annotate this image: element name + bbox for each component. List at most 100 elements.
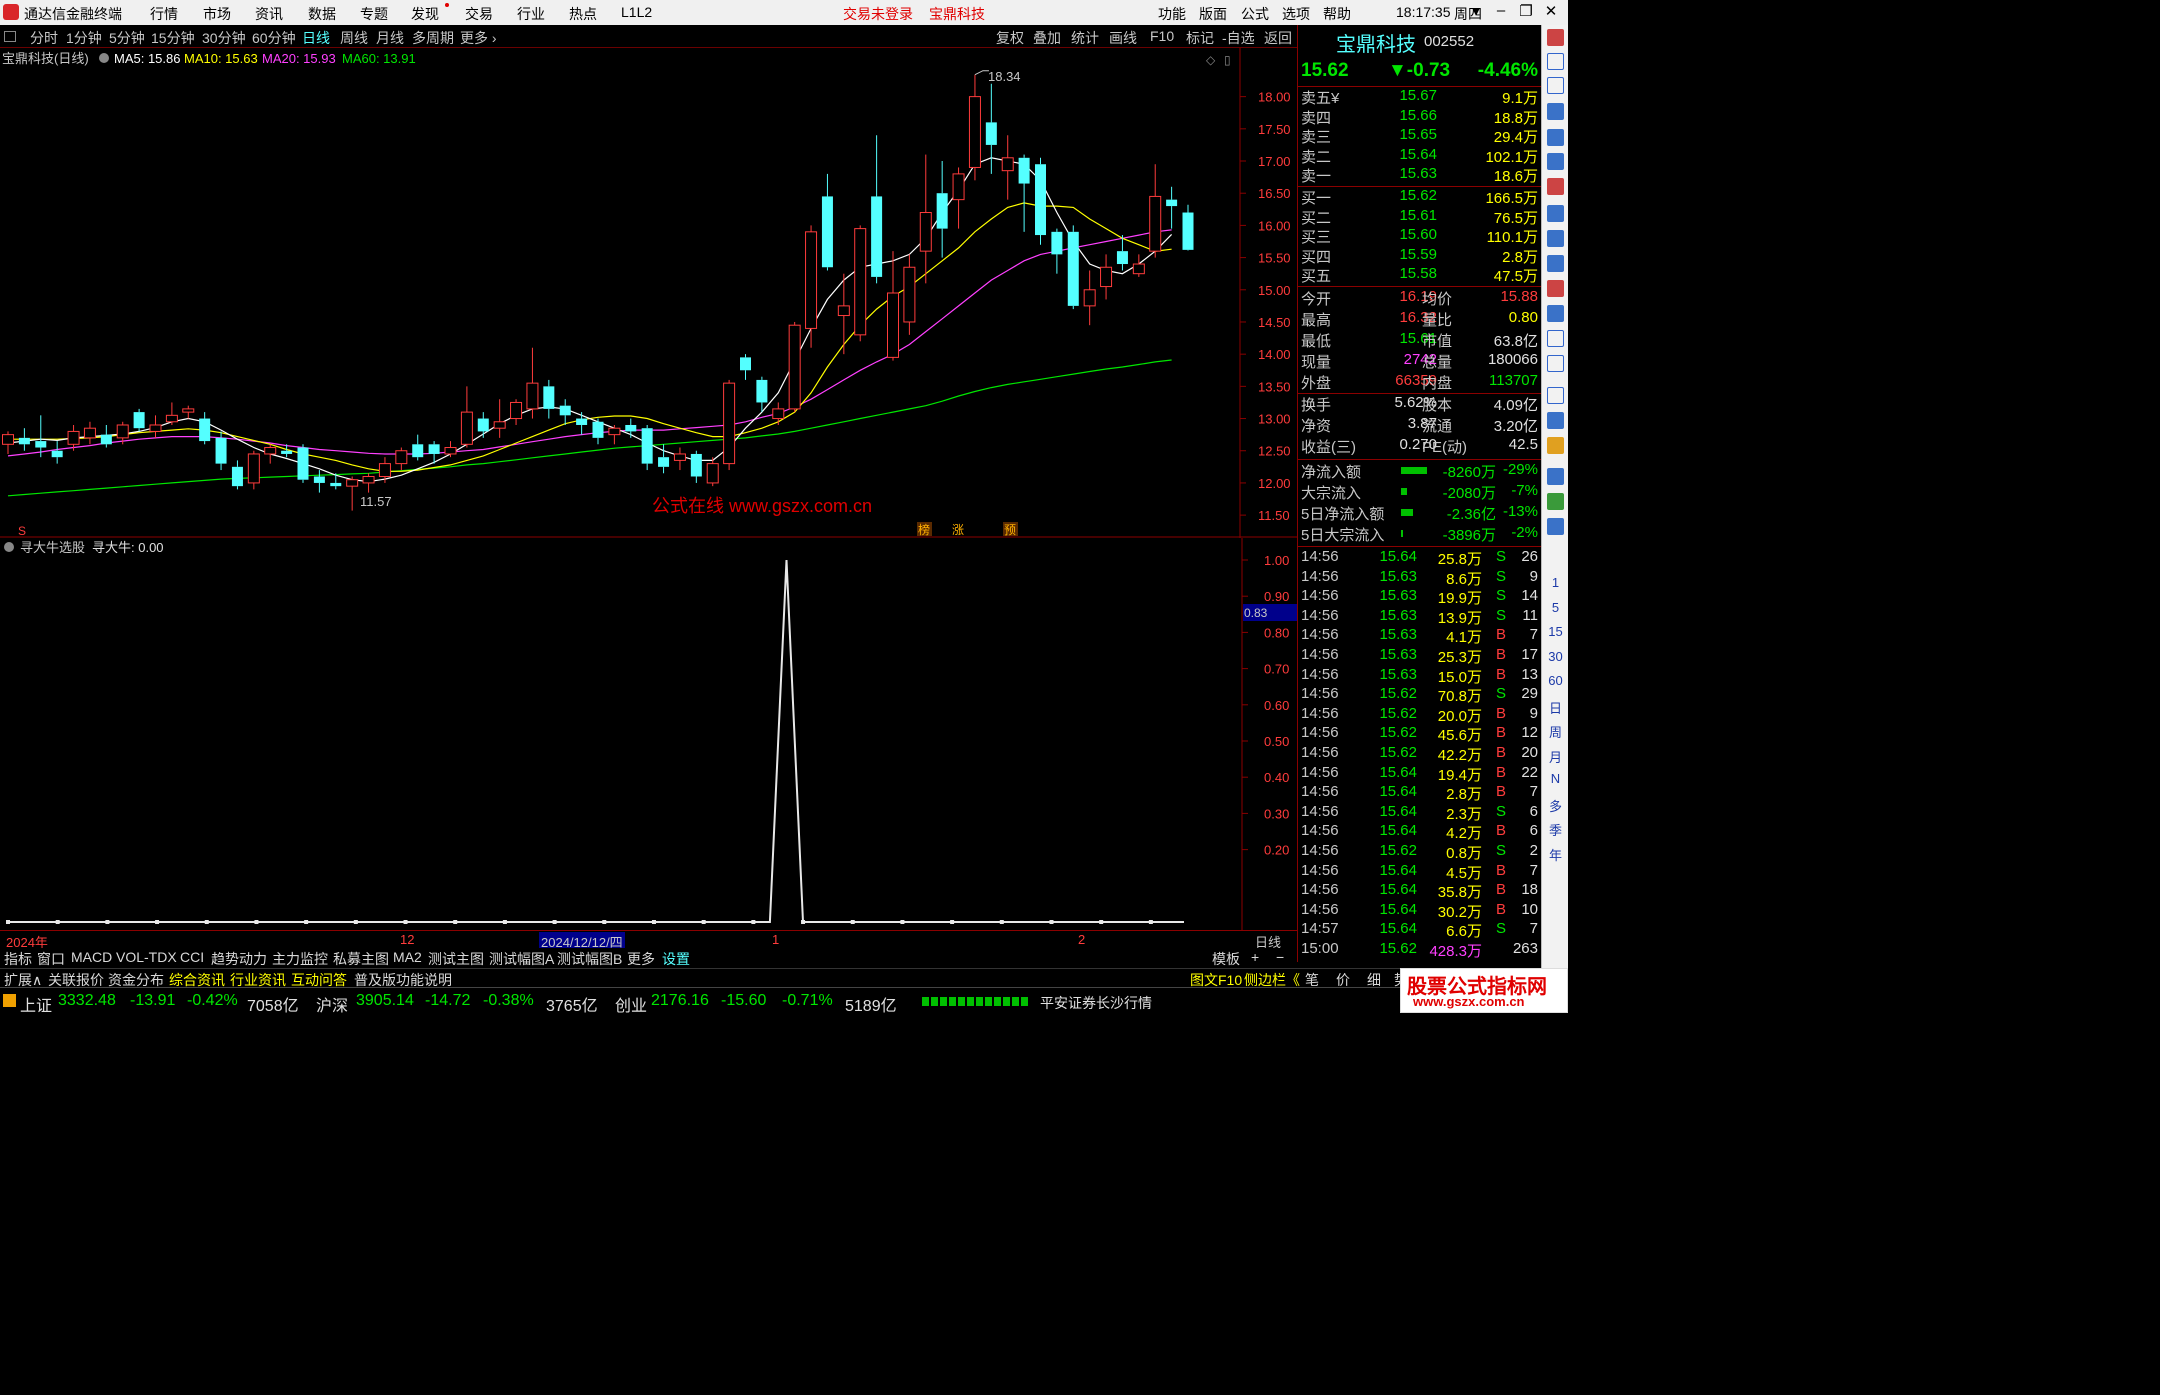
candle[interactable] [83,421,96,445]
tab-more[interactable]: 更多 [627,949,655,969]
candle[interactable] [395,447,408,471]
period-tick[interactable]: 分时 [30,28,58,48]
period-weekly[interactable]: 周线 [340,28,368,48]
tab-test-main[interactable]: 测试主图 [428,949,484,969]
tab-test-sub-a[interactable]: 测试幅图A [489,949,554,969]
candle[interactable] [1182,204,1194,251]
f2-icon[interactable] [1547,305,1564,322]
candle[interactable] [165,402,178,425]
menu-icon[interactable] [1547,518,1564,535]
flag-forecast-icon[interactable]: 预 [1004,523,1016,537]
candle[interactable] [854,225,867,342]
period-60min[interactable]: 60分钟 [252,28,296,48]
period-shortcut[interactable]: 30 [1542,649,1569,664]
tool-overlay[interactable]: 叠加 [1033,28,1061,48]
menu-options[interactable]: 选项 [1282,4,1310,24]
candle[interactable] [625,418,637,438]
candle[interactable] [821,173,833,271]
tab-ma2[interactable]: MA2 [393,949,422,965]
candle[interactable] [1100,254,1113,300]
period-shortcut[interactable]: 1 [1542,575,1569,590]
candle[interactable] [690,450,702,483]
candle[interactable] [772,402,785,425]
period-shortcut[interactable]: 15 [1542,624,1569,639]
add-window-button[interactable]: + [1251,949,1259,965]
index-name-hs[interactable]: 沪深 [316,992,348,1016]
tool-draw[interactable]: 画线 [1109,28,1137,48]
period-1min[interactable]: 1分钟 [66,28,102,48]
menu-trade[interactable]: 交易 [465,4,493,24]
tab-cci[interactable]: CCI [180,949,204,965]
tool-adjust[interactable]: 复权 [996,28,1024,48]
menu-quotes[interactable]: 行情 [150,4,178,24]
candle[interactable] [968,74,981,181]
table-icon[interactable] [1547,129,1564,146]
period-shortcut[interactable]: 日 [1542,698,1569,717]
chevron-left-icon[interactable] [1547,29,1564,46]
period-5min[interactable]: 5分钟 [109,28,145,48]
tool-back[interactable]: 返回 [1264,28,1292,48]
candle[interactable] [18,428,30,451]
panel-icon[interactable]: ▯ [1224,53,1231,67]
candle[interactable] [788,321,801,413]
candle[interactable] [51,441,63,464]
s-flag-icon[interactable]: S [18,524,26,538]
period-shortcut[interactable]: 多 [1542,796,1569,815]
candle[interactable] [1132,254,1145,277]
candle[interactable] [837,273,850,355]
menu-news[interactable]: 资讯 [255,4,283,24]
tool-mark[interactable]: 标记 [1186,28,1214,48]
period-shortcut[interactable]: 月 [1542,747,1569,766]
tool-remove-watchlist[interactable]: -自选 [1222,28,1255,48]
candle[interactable] [231,460,243,490]
pen-icon[interactable] [1547,437,1564,454]
menu-data[interactable]: 数据 [308,4,336,24]
candle[interactable] [1018,154,1030,232]
tool-f10[interactable]: F10 [1150,28,1174,44]
tool-stats[interactable]: 统计 [1071,28,1099,48]
period-multi[interactable]: 多周期 [412,28,454,48]
candle[interactable] [526,347,539,419]
candle[interactable] [313,470,325,493]
market-icon[interactable] [3,994,16,1007]
candle[interactable] [477,412,489,438]
candle[interactable] [903,254,916,335]
kline-icon[interactable] [1547,178,1564,195]
candle[interactable] [378,457,391,483]
menu-discover[interactable]: 发现 [411,3,449,24]
period-daily[interactable]: 日线 [302,28,330,48]
candle[interactable] [871,135,883,284]
candle[interactable] [1051,228,1063,274]
list-icon[interactable] [1547,205,1564,222]
candle[interactable] [543,379,555,419]
tab-trend-power[interactable]: 趋势动力 [211,949,267,969]
candle[interactable] [608,424,621,445]
candle[interactable] [510,399,523,425]
menu-industry[interactable]: 行业 [517,4,545,24]
indicator-chart[interactable]: 1.00 0.90 0.80 0.70 0.60 0.50 0.40 0.30 0.20 寻大牛… [0,538,1297,930]
candle[interactable] [1067,225,1079,310]
index-name-cy[interactable]: 创业 [615,992,647,1016]
candle[interactable] [2,431,14,454]
candle[interactable] [493,399,506,438]
restore-icon[interactable]: ❐ [1515,2,1537,22]
broker-server[interactable]: 平安证券长沙行情 [1040,993,1152,1013]
tab-private-fund[interactable]: 私募主图 [333,949,389,969]
candle[interactable] [936,161,948,258]
rsi-icon[interactable] [1547,387,1564,404]
candle[interactable] [1166,186,1178,229]
period-30min[interactable]: 30分钟 [202,28,246,48]
clock-icon[interactable] [1547,355,1564,372]
candle[interactable] [460,386,473,448]
tab-vol-tdx[interactable]: VOL-TDX [116,949,177,965]
candle[interactable] [592,418,604,445]
fin-icon[interactable] [1547,230,1564,247]
candle[interactable] [1001,135,1014,200]
candle[interactable] [740,354,751,380]
line-chart-icon[interactable] [1547,153,1564,170]
menu-functions[interactable]: 功能 [1158,4,1186,24]
candle[interactable] [247,450,260,490]
period-15min[interactable]: 15分钟 [151,28,195,48]
menu-help[interactable]: 帮助 [1323,4,1351,24]
remove-window-button[interactable]: − [1276,949,1284,965]
